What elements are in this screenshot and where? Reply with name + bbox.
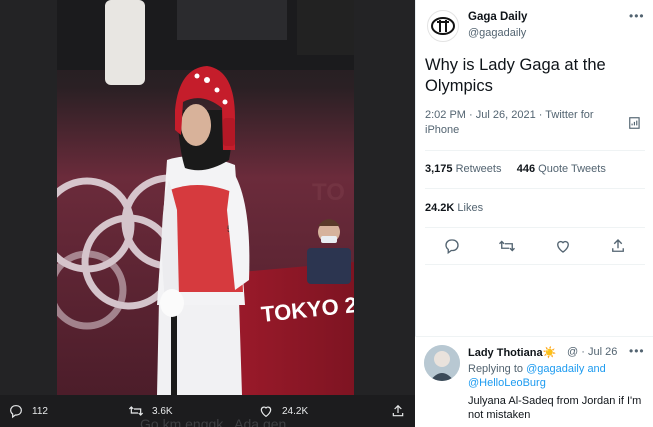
tweet-meta: 2:02 PM · Jul 26, 2021 · Twitter for iPh… (425, 108, 625, 138)
ghost-caption: Go km enggk.. Ada gen (140, 416, 287, 427)
author-name[interactable]: Gaga Daily (468, 11, 527, 23)
author-handle[interactable]: @gagadaily (468, 27, 526, 39)
reply-more-icon[interactable]: ••• (629, 344, 645, 358)
reply-avatar[interactable] (424, 345, 460, 381)
tweet-time[interactable]: 2:02 PM (425, 109, 466, 121)
reply-tweet[interactable]: Lady Thotiana☀️ @ · Jul 26 ••• Replying … (415, 336, 653, 427)
like-icon[interactable] (554, 237, 572, 255)
quote-tweets-stat[interactable]: 446 Quote Tweets (517, 163, 606, 175)
media-reply-count: 112 (32, 405, 48, 417)
reply-icon[interactable] (443, 237, 461, 255)
analytics-icon[interactable] (628, 116, 642, 130)
divider (425, 264, 645, 265)
reply-handle[interactable]: @ (567, 346, 578, 358)
engagement-counts: 3,175 Retweets 446 Quote Tweets (425, 163, 606, 175)
reply-text: Julyana Al-Sadeq from Jordan if I'm not … (468, 395, 642, 421)
tweet-text: Why is Lady Gaga at the Olympics (425, 56, 606, 95)
mention-link[interactable]: @HelloLeoBurg (468, 377, 546, 389)
media-retweet-count: 3.6K (152, 405, 173, 417)
divider (425, 188, 645, 189)
meta-separator: · (469, 109, 476, 121)
mention-link[interactable]: @gagadaily (526, 363, 584, 375)
gaga-logo-icon (431, 17, 455, 35)
share-icon (392, 404, 404, 417)
media-viewer: TOKYO 20 TO 5( (0, 0, 415, 427)
media-reply-button[interactable]: 112 (8, 395, 48, 427)
replying-to-line-2: @HelloLeoBurg (468, 377, 546, 389)
replying-to-line: Replying to @gagadaily and (468, 363, 606, 375)
reply-author-name[interactable]: Lady Thotiana☀️ (468, 346, 556, 359)
share-icon[interactable] (609, 237, 627, 255)
reply-avatar-image (424, 345, 460, 381)
reply-meta: @ · Jul 26 (567, 346, 618, 358)
likes-stat[interactable]: 24.2K Likes (425, 202, 483, 214)
media-like-count: 24.2K (282, 405, 309, 417)
author-avatar[interactable] (427, 10, 459, 42)
reply-icon (10, 405, 22, 419)
retweets-stat[interactable]: 3,175 Retweets (425, 163, 501, 175)
media-share-button[interactable] (390, 395, 414, 427)
divider (425, 227, 645, 228)
reply-date[interactable]: Jul 26 (588, 346, 617, 358)
photo-bg-text: TO (312, 179, 345, 206)
more-icon[interactable]: ••• (629, 9, 645, 23)
media-dim-right (354, 0, 415, 395)
tweet-photo[interactable]: TOKYO 20 TO 5( (57, 0, 354, 395)
sun-emoji: ☀️ (542, 347, 557, 359)
tweet-date[interactable]: Jul 26, 2021 (476, 109, 536, 121)
divider (425, 150, 645, 151)
photo-illustration: TOKYO 20 TO 5( (57, 0, 354, 395)
media-dim-left (0, 0, 57, 395)
retweet-icon[interactable] (498, 237, 516, 255)
